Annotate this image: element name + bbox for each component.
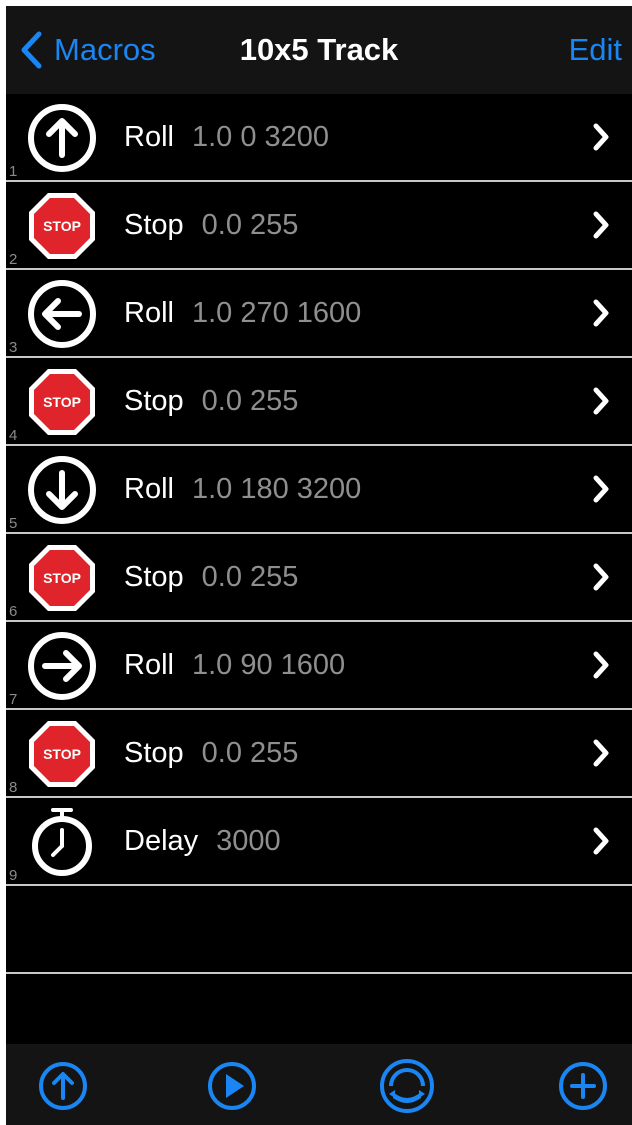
stop-sign-icon: STOP (29, 369, 95, 435)
list-item[interactable]: 5 Roll 1.0 180 3200 (6, 446, 632, 534)
add-icon[interactable] (558, 1061, 608, 1111)
screen: Macros 10x5 Track Edit 1 Roll 1.0 0 3200 … (6, 6, 632, 1125)
command-params: 0.0 255 (201, 385, 299, 417)
stopwatch-icon (32, 808, 92, 876)
row-number: 8 (9, 779, 18, 796)
play-icon[interactable] (207, 1061, 257, 1111)
row-number: 1 (9, 163, 18, 180)
row-number: 6 (9, 603, 18, 620)
command-name: Roll (124, 649, 174, 681)
row-number: 3 (9, 339, 18, 356)
chevron-right-icon (593, 299, 609, 327)
stop-sign-icon: STOP (29, 545, 95, 611)
chevron-right-icon (593, 475, 609, 503)
list-item[interactable]: STOP 6 Stop 0.0 255 (6, 534, 632, 622)
command-params: 0.0 255 (201, 209, 299, 241)
chevron-right-icon (593, 651, 609, 679)
command-name: Delay (124, 825, 199, 857)
list-item[interactable]: 7 Roll 1.0 90 1600 (6, 622, 632, 710)
stop-sign-icon: STOP (29, 193, 95, 259)
chevron-right-icon (593, 563, 609, 591)
list-item[interactable]: STOP 8 Stop 0.0 255 (6, 710, 632, 798)
navigation-bar: Macros 10x5 Track Edit (6, 6, 632, 94)
command-name: Stop (124, 209, 184, 241)
command-name: Roll (124, 121, 174, 153)
list-item[interactable]: 1 Roll 1.0 0 3200 (6, 94, 632, 182)
row-number: 4 (9, 427, 18, 444)
svg-text:STOP: STOP (43, 570, 81, 586)
row-number: 9 (9, 867, 18, 884)
command-name: Roll (124, 297, 174, 329)
stop-sign-icon: STOP (29, 721, 95, 787)
arrow-left-icon (28, 280, 96, 348)
list-item[interactable]: 3 Roll 1.0 270 1600 (6, 270, 632, 358)
edit-button[interactable]: Edit (569, 28, 622, 72)
robot-icon[interactable] (379, 1058, 435, 1114)
row-number: 2 (9, 251, 18, 268)
svg-text:STOP: STOP (43, 746, 81, 762)
chevron-right-icon (593, 123, 609, 151)
page-title: 10x5 Track (239, 32, 399, 67)
command-params: 3000 (216, 825, 281, 857)
bottom-toolbar (6, 1044, 632, 1125)
macro-command-list: 1 Roll 1.0 0 3200 STOP 2 Stop 0.0 255 3 … (6, 94, 632, 974)
arrow-right-icon (28, 632, 96, 700)
command-name: Stop (124, 385, 184, 417)
command-name: Roll (124, 473, 174, 505)
command-params: 1.0 270 1600 (191, 297, 362, 329)
chevron-right-icon (593, 739, 609, 767)
empty-row (6, 886, 632, 974)
command-params: 0.0 255 (201, 561, 299, 593)
chevron-right-icon (593, 827, 609, 855)
command-params: 1.0 90 1600 (191, 649, 346, 681)
chevron-right-icon (593, 387, 609, 415)
command-name: Stop (124, 737, 184, 769)
row-number: 7 (9, 691, 18, 708)
svg-text:STOP: STOP (43, 394, 81, 410)
svg-text:STOP: STOP (43, 218, 81, 234)
arrow-up-icon (28, 104, 96, 172)
arrow-down-icon (28, 456, 96, 524)
row-number: 5 (9, 515, 18, 532)
command-params: 1.0 180 3200 (191, 473, 362, 505)
list-item[interactable]: STOP 4 Stop 0.0 255 (6, 358, 632, 446)
chevron-right-icon (593, 211, 609, 239)
list-item[interactable]: STOP 2 Stop 0.0 255 (6, 182, 632, 270)
list-item[interactable]: 9 Delay 3000 (6, 798, 632, 886)
command-params: 1.0 0 3200 (191, 121, 330, 153)
command-params: 0.0 255 (201, 737, 299, 769)
upload-icon[interactable] (38, 1061, 88, 1111)
command-name: Stop (124, 561, 184, 593)
